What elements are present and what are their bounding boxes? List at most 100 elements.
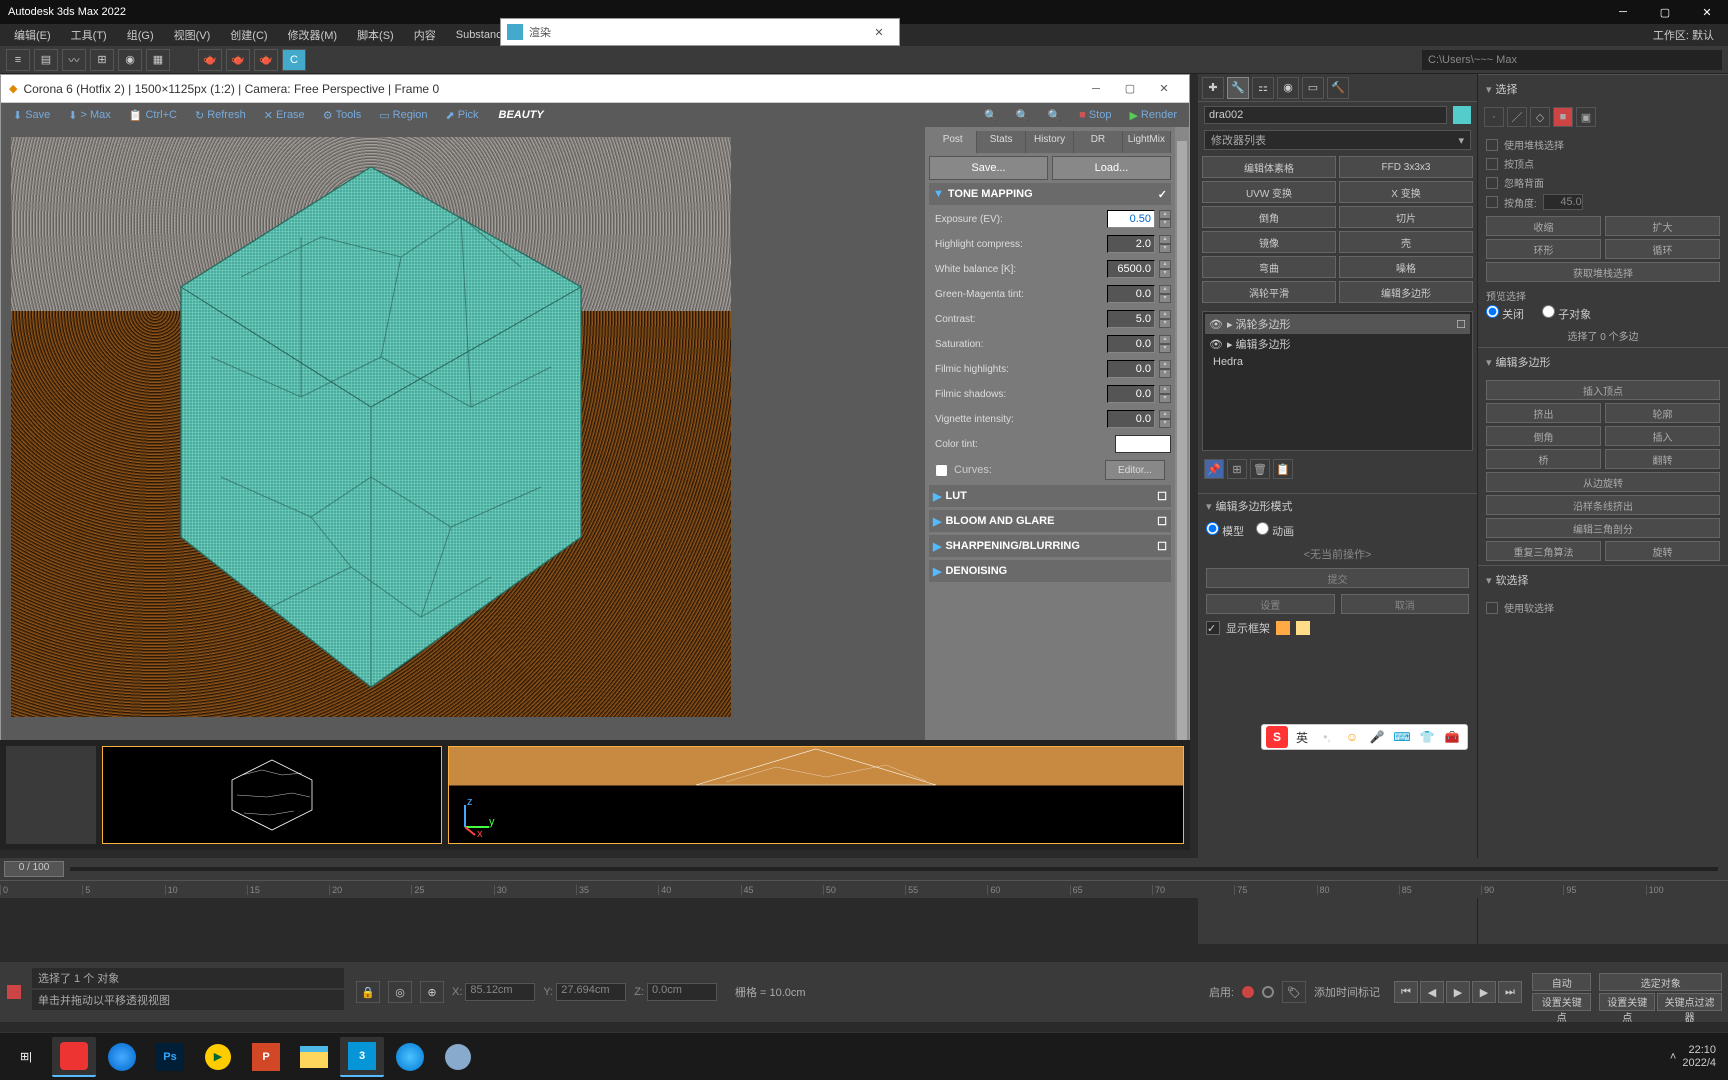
colortint-swatch[interactable] (1115, 435, 1171, 453)
rollout-selection[interactable]: ▾选择 (1478, 74, 1728, 103)
tool-render-icon[interactable]: C (282, 49, 306, 71)
vfb-save-button[interactable]: ⬇Save (7, 105, 56, 125)
use-soft-chk[interactable] (1486, 602, 1498, 614)
sogou-icon[interactable]: S (1266, 726, 1288, 748)
taskbar-clock[interactable]: 22:10 2022/4 (1682, 1044, 1716, 1070)
preview-off[interactable]: 关闭 (1486, 305, 1524, 322)
setkey2-button[interactable]: 设置关键点 (1599, 993, 1655, 1011)
commit-button[interactable]: 提交 (1206, 568, 1469, 588)
menu-content[interactable]: 内容 (408, 25, 442, 45)
exposure-input[interactable] (1107, 210, 1155, 228)
ime-punct-icon[interactable]: •, (1316, 726, 1338, 748)
add-time-label[interactable]: 添加时间标记 (1314, 984, 1380, 1000)
rollout-edit-poly[interactable]: ▾编辑多边形 (1478, 347, 1728, 376)
curves-checkbox[interactable] (935, 464, 948, 477)
selected-obj-button[interactable]: 选定对象 (1599, 973, 1722, 991)
along-spline-button[interactable]: 沿样条线挤出 (1486, 495, 1720, 515)
tab-utilities-icon[interactable]: 🔨 (1327, 77, 1349, 99)
rollout-editpolymode[interactable]: ▾编辑多边形模式 (1198, 493, 1477, 518)
mod-btn-editvoxel[interactable]: 编辑体素格 (1202, 156, 1336, 178)
section-denoise[interactable]: ▶DENOISING (929, 560, 1171, 582)
tray-chevron-icon[interactable]: ˄ (1670, 1051, 1676, 1063)
menu-create[interactable]: 创建(C) (224, 25, 273, 45)
show-cage-checkbox[interactable]: ✓ (1206, 621, 1220, 635)
section-bloom[interactable]: ▶BLOOM AND GLARE☐ (929, 510, 1171, 532)
vfb-region-button[interactable]: ▭Region (373, 105, 433, 125)
mod-btn-xform[interactable]: X 变换 (1339, 181, 1473, 203)
rec-dot2-icon[interactable] (1262, 986, 1274, 998)
time-ruler[interactable]: 0510152025303540455055606570758085909510… (0, 880, 1728, 898)
mod-btn-bend[interactable]: 弯曲 (1202, 256, 1336, 278)
vfb-zoom-fit-icon[interactable]: 🔍 (1010, 105, 1036, 125)
edge-icon[interactable]: ／ (1507, 107, 1527, 127)
vfb-scrollbar[interactable] (1175, 127, 1189, 813)
taskview-icon[interactable]: ⊞| (4, 1037, 48, 1077)
configure-icon[interactable]: 📋 (1273, 459, 1293, 479)
tool-teapot-icon[interactable]: 🫖 (198, 49, 222, 71)
menu-scripting[interactable]: 脚本(S) (351, 25, 400, 45)
menu-group[interactable]: 组(G) (121, 25, 160, 45)
mod-btn-uvw[interactable]: UVW 变换 (1202, 181, 1336, 203)
tab-hierarchy-icon[interactable]: ⚏ (1252, 77, 1274, 99)
mod-btn-editpoly[interactable]: 编辑多边形 (1339, 281, 1473, 303)
contrast-spinner[interactable]: ▴▾ (1159, 310, 1171, 328)
greenmagenta-spinner[interactable]: ▴▾ (1159, 285, 1171, 303)
mod-btn-noise[interactable]: 噪格 (1339, 256, 1473, 278)
edit-tri-button[interactable]: 编辑三角剖分 (1486, 518, 1720, 538)
menu-modifiers[interactable]: 修改器(M) (282, 25, 344, 45)
time-slider[interactable]: 0 / 100 (0, 858, 1728, 880)
app-red-icon[interactable] (52, 1037, 96, 1077)
y-value[interactable]: 27.694cm (556, 983, 626, 1001)
vfb-tomax-button[interactable]: ⬇> Max (62, 105, 116, 125)
ime-lang[interactable]: 英 (1291, 726, 1313, 748)
vfb-tab-lightmix[interactable]: LightMix (1123, 131, 1171, 153)
mod-btn-chamfer[interactable]: 倒角 (1202, 206, 1336, 228)
render-dialog-close[interactable]: ✕ (865, 26, 893, 39)
flip-button[interactable]: 翻转 (1605, 449, 1720, 469)
isolate-icon[interactable]: ◎ (388, 981, 412, 1003)
vfb-ctrlc-button[interactable]: 📋Ctrl+C (123, 105, 183, 125)
turn-button[interactable]: 旋转 (1605, 541, 1720, 561)
ime-keyboard-icon[interactable]: ⌨ (1391, 726, 1413, 748)
modstack-item-2[interactable]: 👁▸ 编辑多边形 (1205, 334, 1470, 354)
tab-display-icon[interactable]: ▭ (1302, 77, 1324, 99)
border-icon[interactable]: ◇ (1530, 107, 1550, 127)
app-powerpoint-icon[interactable]: P (244, 1037, 288, 1077)
settings-button[interactable]: 设置 (1206, 594, 1335, 614)
section-sharpen[interactable]: ▶SHARPENING/BLURRING☐ (929, 535, 1171, 557)
shrink-button[interactable]: 收缩 (1486, 216, 1601, 236)
ime-mic-icon[interactable]: 🎤 (1366, 726, 1388, 748)
close-button[interactable]: ✕ (1686, 0, 1728, 24)
highlight-input[interactable] (1107, 235, 1155, 253)
modstack-item-3[interactable]: Hedra (1205, 354, 1470, 370)
insert-vtx-button[interactable]: 插入顶点 (1486, 380, 1720, 400)
time-slider-handle[interactable]: 0 / 100 (4, 861, 64, 877)
setkey-button[interactable]: 设置关键点 (1532, 993, 1591, 1011)
goto-end-icon[interactable]: ⏭ (1498, 981, 1522, 1003)
pin-stack-icon[interactable]: 📌 (1204, 459, 1224, 479)
tool-layers-icon[interactable]: ▤ (34, 49, 58, 71)
curves-editor-button[interactable]: Editor... (1105, 460, 1165, 480)
vfb-zoom-in-icon[interactable]: 🔍 (1041, 105, 1067, 125)
tab-motion-icon[interactable]: ◉ (1277, 77, 1299, 99)
prev-frame-icon[interactable]: ◀ (1420, 981, 1444, 1003)
rec-dot-icon[interactable] (1242, 986, 1254, 998)
rollout-soft-sel[interactable]: ▾软选择 (1478, 565, 1728, 594)
menu-tools[interactable]: 工具(T) (65, 25, 113, 45)
app-photoshop-icon[interactable]: Ps (148, 1037, 192, 1077)
vignette-spinner[interactable]: ▴▾ (1159, 410, 1171, 428)
workspace-label[interactable]: 工作区: 默认 (1647, 25, 1720, 45)
transform-type-icon[interactable]: ⊕ (420, 981, 444, 1003)
mod-btn-ffd[interactable]: FFD 3x3x3 (1339, 156, 1473, 178)
whitebal-spinner[interactable]: ▴▾ (1159, 260, 1171, 278)
vfb-refresh-button[interactable]: ↻Refresh (189, 105, 252, 125)
modstack-item-1[interactable]: 👁▸ 涡轮多边形☐ (1205, 314, 1470, 334)
ime-skin-icon[interactable]: 👕 (1416, 726, 1438, 748)
extrude-button[interactable]: 挤出 (1486, 403, 1601, 423)
mod-btn-mirror[interactable]: 镜像 (1202, 231, 1336, 253)
goto-start-icon[interactable]: ⏮ (1394, 981, 1418, 1003)
element-icon[interactable]: ▣ (1576, 107, 1596, 127)
vfb-tab-stats[interactable]: Stats (977, 131, 1025, 153)
radio-anim[interactable]: 动画 (1256, 522, 1294, 539)
ring-button[interactable]: 环形 (1486, 239, 1601, 259)
